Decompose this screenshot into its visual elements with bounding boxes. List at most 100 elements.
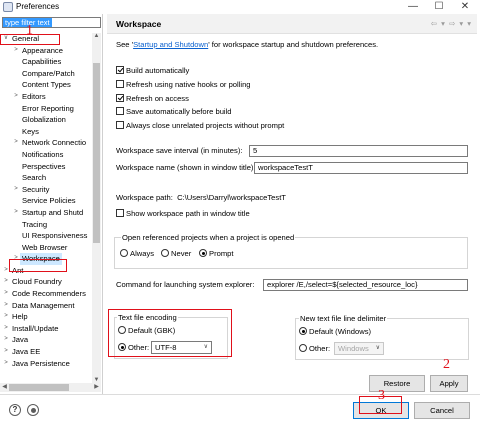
title-bar: Preferences — ☐ ✕: [0, 0, 480, 14]
preferences-app-icon: [3, 2, 13, 12]
checkbox-checked-icon: [116, 94, 124, 102]
referenced-never-radio[interactable]: Never: [161, 249, 191, 259]
help-icon[interactable]: ?: [9, 404, 21, 416]
annotation-number: 3: [378, 388, 385, 403]
scroll-left-icon[interactable]: ◀: [0, 383, 9, 392]
line-delimiter-legend: New text file line delimiter: [299, 314, 388, 323]
tree-item[interactable]: Error Reporting: [0, 103, 92, 115]
tree-vertical-scrollbar[interactable]: ▲ ▼: [92, 33, 101, 383]
tree-scroll-thumb[interactable]: [93, 63, 100, 243]
tree-item[interactable]: UI Responsiveness: [0, 230, 92, 242]
encoding-other-radio[interactable]: Other:: [118, 343, 149, 353]
delimiter-default-radio[interactable]: Default (Windows): [299, 327, 371, 337]
tree-horizontal-scrollbar[interactable]: ◀ ▶: [0, 383, 101, 392]
workspace-preference-page: Workspace ⇦ ▾ ⇨ ▾ ▾ See 'Startup and Shu…: [107, 14, 477, 403]
tree-item[interactable]: > Data Management: [0, 300, 92, 312]
chevron-right-icon[interactable]: >: [12, 253, 20, 265]
chevron-right-icon[interactable]: >: [12, 137, 20, 149]
chevron-right-icon[interactable]: >: [2, 265, 10, 277]
filter-input[interactable]: type filter text: [2, 17, 101, 28]
chevron-down-icon[interactable]: ∨: [2, 33, 10, 45]
tree-item[interactable]: Perspectives: [0, 161, 92, 173]
tree-item[interactable]: ∨ General: [0, 33, 92, 45]
tree-item[interactable]: Globalization: [0, 114, 92, 126]
tree-item[interactable]: > Code Recommenders: [0, 288, 92, 300]
referenced-always-radio[interactable]: Always: [120, 249, 154, 259]
tree-item[interactable]: Tracing: [0, 219, 92, 231]
tree-item[interactable]: Service Policies: [0, 195, 92, 207]
refresh-native-hooks-checkbox[interactable]: Refresh using native hooks or polling: [116, 80, 251, 90]
tree-item-label: Code Recommenders: [12, 289, 86, 299]
tree-item[interactable]: > Java: [0, 334, 92, 346]
chevron-right-icon[interactable]: >: [12, 184, 20, 196]
tree-item[interactable]: Compare/Patch: [0, 68, 92, 80]
chevron-right-icon[interactable]: >: [2, 311, 10, 323]
workspace-name-input[interactable]: workspaceTestT: [254, 162, 468, 174]
tree-item[interactable]: Keys: [0, 126, 92, 138]
scroll-up-icon[interactable]: ▲: [92, 33, 101, 39]
scroll-right-icon[interactable]: ▶: [92, 383, 101, 392]
tree-item[interactable]: > Editors: [0, 91, 92, 103]
tree-item[interactable]: > Java EE: [0, 346, 92, 358]
encoding-default-radio[interactable]: Default (GBK): [118, 326, 175, 336]
record-macro-icon[interactable]: [27, 404, 39, 416]
tree-item[interactable]: Search: [0, 172, 92, 184]
dialog-footer: ? OK Cancel: [0, 395, 480, 429]
checkbox-unchecked-icon: [116, 80, 124, 88]
tree-item[interactable]: > Install/Update: [0, 323, 92, 335]
chevron-right-icon[interactable]: >: [2, 288, 10, 300]
tree-item[interactable]: > Startup and Shutd: [0, 207, 92, 219]
tree-item[interactable]: Content Types: [0, 79, 92, 91]
chevron-right-icon[interactable]: >: [2, 334, 10, 346]
tree-item[interactable]: > Java Persistence: [0, 358, 92, 370]
encoding-select[interactable]: UTF-8 ∨: [151, 341, 212, 354]
page-title: Workspace: [116, 19, 162, 29]
radio-off-icon: [299, 344, 307, 352]
chevron-right-icon[interactable]: >: [2, 358, 10, 370]
tree-item[interactable]: > Network Connectio: [0, 137, 92, 149]
tree-item[interactable]: Capabilities: [0, 56, 92, 68]
history-navigation[interactable]: ⇦ ▾ ⇨ ▾ ▾: [431, 19, 472, 28]
chevron-right-icon[interactable]: >: [12, 207, 20, 219]
close-button[interactable]: ✕: [454, 0, 476, 14]
referenced-prompt-radio[interactable]: Prompt: [199, 249, 233, 259]
save-interval-input[interactable]: 5: [249, 145, 468, 157]
tree-item[interactable]: > Cloud Foundry: [0, 276, 92, 288]
build-automatically-checkbox[interactable]: Build automatically: [116, 66, 189, 76]
tree-item[interactable]: Web Browser: [0, 242, 92, 254]
tree-item[interactable]: > Ant: [0, 265, 92, 277]
tree-item[interactable]: Notifications: [0, 149, 92, 161]
save-before-build-checkbox[interactable]: Save automatically before build: [116, 107, 232, 117]
chevron-right-icon[interactable]: >: [12, 45, 20, 57]
chevron-down-icon: ∨: [375, 345, 380, 351]
explorer-command-input[interactable]: explorer /E,/select=${selected_resource_…: [263, 279, 468, 291]
apply-button[interactable]: Apply: [430, 375, 468, 392]
checkbox-checked-icon: [116, 66, 124, 74]
text-file-encoding-group: Text file encoding Default (GBK) Other: …: [114, 313, 228, 359]
radio-on-icon: [199, 249, 207, 257]
delimiter-other-radio[interactable]: Other:: [299, 344, 330, 354]
chevron-down-icon: ∨: [203, 344, 208, 350]
radio-on-icon: [299, 327, 307, 335]
tree-item[interactable]: > Help: [0, 311, 92, 323]
chevron-right-icon[interactable]: >: [2, 323, 10, 335]
maximize-button[interactable]: ☐: [428, 0, 450, 14]
tree-hscroll-thumb[interactable]: [9, 384, 69, 391]
tree-item[interactable]: > Workspace: [0, 253, 92, 265]
chevron-right-icon[interactable]: >: [2, 346, 10, 358]
chevron-right-icon[interactable]: >: [12, 91, 20, 103]
ok-button[interactable]: OK: [353, 402, 409, 419]
tree-item-label: Service Policies: [22, 196, 76, 206]
show-path-in-title-checkbox[interactable]: Show workspace path in window title: [116, 209, 250, 219]
tree-item[interactable]: > Security: [0, 184, 92, 196]
explorer-command-label: Command for launching system explorer:: [116, 280, 255, 289]
line-delimiter-group: New text file line delimiter Default (Wi…: [295, 314, 469, 360]
chevron-right-icon[interactable]: >: [2, 300, 10, 312]
chevron-right-icon[interactable]: >: [2, 276, 10, 288]
startup-shutdown-link[interactable]: Startup and Shutdown: [133, 40, 208, 49]
tree-item[interactable]: > Appearance: [0, 45, 92, 57]
close-unrelated-projects-checkbox[interactable]: Always close unrelated projects without …: [116, 121, 284, 131]
cancel-button[interactable]: Cancel: [414, 402, 470, 419]
minimize-button[interactable]: —: [402, 0, 424, 14]
refresh-on-access-checkbox[interactable]: Refresh on access: [116, 94, 189, 104]
